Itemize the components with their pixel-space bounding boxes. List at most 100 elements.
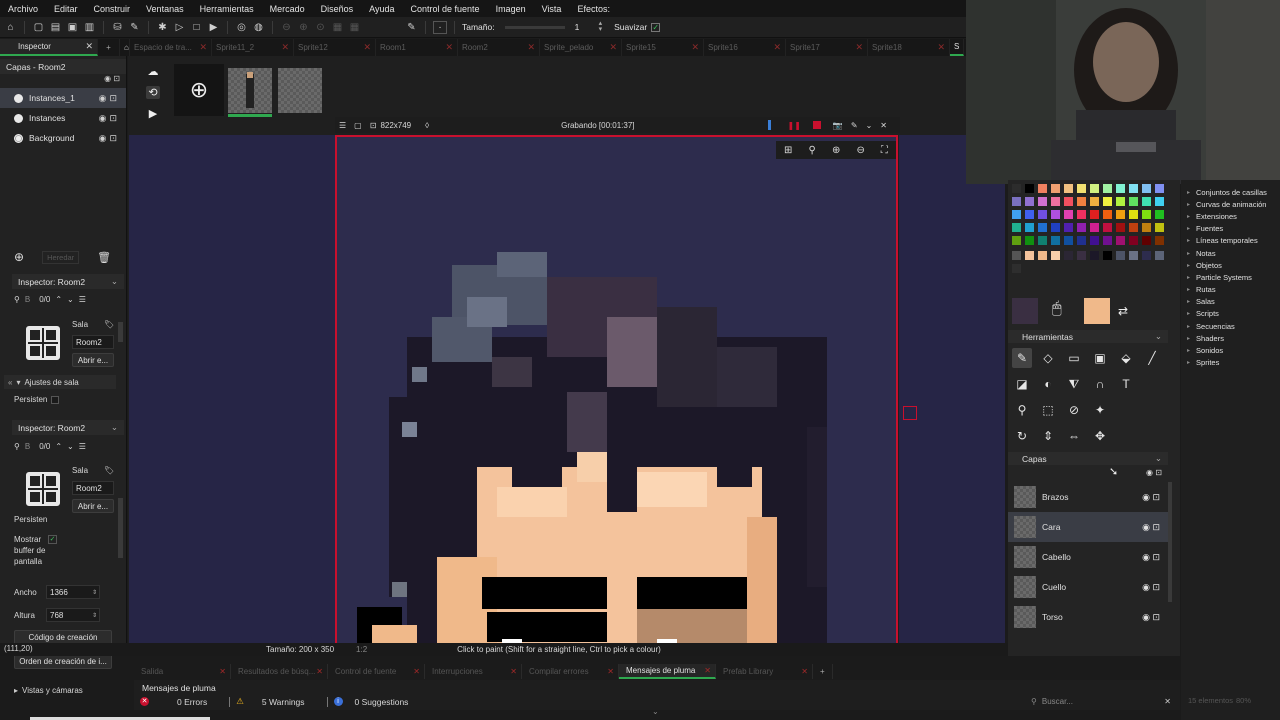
menu-icon[interactable]: ☰: [79, 295, 86, 304]
grid-icon[interactable]: ▦: [331, 21, 344, 34]
scrollbar-thumb[interactable]: [118, 498, 123, 558]
swap-colors-icon[interactable]: ⇄: [1118, 304, 1128, 318]
sprite-canvas[interactable]: ⊞ ⚲ ⊕ ⊖ ⛶: [335, 135, 898, 647]
frame-1-thumbnail[interactable]: [228, 68, 272, 113]
tree-item[interactable]: ▸ Sonidos: [1181, 344, 1280, 356]
delete-layer-icon[interactable]: 🗑: [97, 251, 111, 264]
menu-ayuda[interactable]: Ayuda: [361, 4, 402, 14]
onion-skin-icon[interactable]: ☁: [148, 65, 159, 78]
zoom-fit-icon[interactable]: ⚲: [809, 145, 816, 156]
new-file-icon[interactable]: ▢: [32, 21, 45, 34]
chevron-down-icon[interactable]: ⌄: [111, 276, 118, 287]
tree-item[interactable]: ▸ Extensiones: [1181, 210, 1280, 222]
pen-icon[interactable]: ✎: [851, 121, 858, 130]
close-icon[interactable]: ✕: [85, 41, 93, 52]
secondary-color-swatch[interactable]: [1084, 298, 1110, 324]
tree-item[interactable]: ▸ Shaders: [1181, 332, 1280, 344]
height-field[interactable]: 768 ⇕: [46, 608, 100, 622]
layer-background[interactable]: Background ◉⊡: [0, 128, 126, 148]
text-tool-icon[interactable]: T: [1116, 374, 1136, 394]
smooth-checkbox[interactable]: ✓: [651, 22, 661, 32]
scrollbar-thumb[interactable]: [118, 322, 123, 342]
inspector2-header[interactable]: Inspector: Room2 ⌄: [12, 420, 124, 435]
tree-item[interactable]: ▸ Secuencias: [1181, 320, 1280, 332]
tree-item[interactable]: ▸ Líneas temporales: [1181, 235, 1280, 247]
image-layers-header[interactable]: Capas ⌄: [1008, 452, 1168, 465]
build-icon[interactable]: ✎: [128, 21, 141, 34]
tab-room2[interactable]: Room2 ✕: [458, 39, 540, 56]
tab-sprite15[interactable]: Sprite15 ✕: [622, 39, 704, 56]
curve-tool-icon[interactable]: ∩: [1090, 374, 1110, 394]
collapse-icon[interactable]: ⌄: [866, 121, 873, 130]
grid-icon[interactable]: ⊞: [784, 145, 792, 156]
expand-icon[interactable]: ▸: [1187, 274, 1190, 281]
home-icon[interactable]: ⌂: [4, 21, 17, 34]
open-folder-icon[interactable]: ▤: [49, 21, 62, 34]
room-name-field[interactable]: Room2: [72, 335, 114, 349]
tab-add[interactable]: +: [813, 664, 833, 679]
tree-item[interactable]: ▸ Conjuntos de casillas: [1181, 186, 1280, 198]
collapse-icon[interactable]: ▸: [14, 686, 18, 695]
eye-lock-icon[interactable]: ◉ ⊡: [1142, 522, 1160, 533]
tools-header[interactable]: Herramientas ⌄: [1008, 330, 1168, 343]
tab-sprite17[interactable]: Sprite17 ✕: [786, 39, 868, 56]
image-layer-cabello[interactable]: Cabello ◉ ⊡: [1008, 542, 1168, 572]
image-layer-brazos[interactable]: Brazos ◉ ⊡: [1008, 482, 1168, 512]
layer-instances-1[interactable]: Instances_1 ◉⊡: [0, 88, 126, 108]
target-icon[interactable]: ◎: [235, 21, 248, 34]
tree-item[interactable]: ▸ Rutas: [1181, 284, 1280, 296]
play-icon[interactable]: ▶: [149, 107, 157, 120]
chevron-down-icon[interactable]: ⌄: [111, 422, 118, 433]
expand-icon[interactable]: ▸: [1187, 335, 1190, 342]
search-icon[interactable]: ⚲: [14, 295, 20, 304]
fill-rect-tool-icon[interactable]: ▭: [1064, 348, 1084, 368]
close-icon[interactable]: ✕: [880, 121, 887, 130]
image-layer-cuello[interactable]: Cuello ◉ ⊡: [1008, 572, 1168, 602]
tab-breakpoints[interactable]: Interrupciones ✕: [425, 664, 522, 679]
expand-icon[interactable]: ▸: [1187, 201, 1190, 208]
show-buffer-checkbox[interactable]: ✓: [48, 535, 57, 544]
tree-item[interactable]: ▸ Particle Systems: [1181, 271, 1280, 283]
menu-control-fuente[interactable]: Control de fuente: [403, 4, 488, 14]
zoom-in-icon[interactable]: ⊕: [297, 21, 310, 34]
loop-icon[interactable]: ⟲: [146, 86, 160, 99]
errors-count[interactable]: 0 Errors: [177, 697, 207, 707]
size-value[interactable]: 1: [575, 22, 595, 32]
error-icon[interactable]: ✕: [140, 697, 149, 706]
close-icon[interactable]: ✕: [510, 667, 517, 676]
image-layer-cara[interactable]: Cara ◉ ⊡: [1008, 512, 1168, 542]
expand-icon[interactable]: ▸: [1187, 262, 1190, 269]
stepper-icon[interactable]: ⇕: [92, 589, 97, 596]
expand-icon[interactable]: ▸: [1187, 347, 1190, 354]
inherit-button[interactable]: Heredar: [42, 250, 80, 264]
close-icon[interactable]: ✕: [199, 42, 207, 53]
stepper-icon[interactable]: ⇕: [92, 612, 97, 619]
fill-tool-icon[interactable]: ▣: [1090, 348, 1110, 368]
layer-instances[interactable]: Instances ◉⊡: [0, 108, 126, 128]
expand-icon[interactable]: ▸: [1187, 225, 1190, 232]
eyedropper-tool-icon[interactable]: ⚲: [1012, 400, 1032, 420]
width-field[interactable]: 1366 ⇕: [46, 585, 100, 599]
persistent-checkbox[interactable]: [51, 395, 60, 404]
save-icon[interactable]: ▣: [66, 21, 79, 34]
frame-2-thumbnail[interactable]: [278, 68, 322, 113]
menu-construir[interactable]: Construir: [86, 4, 139, 14]
pause-icon[interactable]: ❚❚: [787, 121, 800, 130]
search-icon[interactable]: ⚲: [14, 442, 20, 451]
arrow-up-icon[interactable]: ⌃: [55, 442, 62, 451]
tab-workspace-label[interactable]: Espacio de tra... ✕: [130, 39, 212, 56]
zoom-reset-icon[interactable]: ⊙: [314, 21, 327, 34]
grid-snap-icon[interactable]: ▦: [348, 21, 361, 34]
tab-sprite18[interactable]: Sprite18 ✕: [868, 39, 950, 56]
menu-herramientas[interactable]: Herramientas: [192, 4, 262, 14]
eye-lock-icon[interactable]: ◉ ⊡: [1142, 582, 1160, 593]
tab-sprite16[interactable]: Sprite16 ✕: [704, 39, 786, 56]
tab-workspace[interactable]: ⌂: [120, 39, 130, 56]
close-icon[interactable]: ✕: [691, 42, 699, 53]
close-icon[interactable]: ✕: [704, 666, 711, 675]
menu-icon[interactable]: ☰: [79, 442, 86, 451]
expand-icon[interactable]: ▸: [1187, 310, 1190, 317]
tab-compile-errors[interactable]: Compilar errores ✕: [522, 664, 619, 679]
menu-mercado[interactable]: Mercado: [262, 4, 313, 14]
menu-vista[interactable]: Vista: [534, 4, 570, 14]
